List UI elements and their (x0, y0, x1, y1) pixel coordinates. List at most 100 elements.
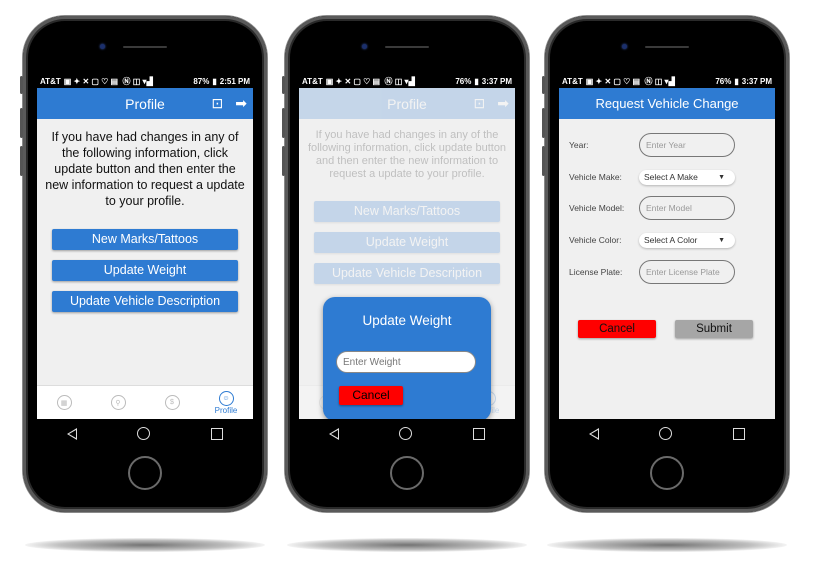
carrier-label: AT&T (302, 76, 323, 86)
battery-label: 76% (715, 76, 732, 86)
side-button (282, 108, 285, 138)
year-input[interactable]: Enter Year (639, 133, 735, 157)
page-title: Profile (125, 95, 165, 112)
profile-icon: ☺ (218, 390, 234, 406)
nav-item-profile[interactable]: ☺ Profile (206, 390, 246, 415)
dialog-cancel-button[interactable]: Cancel (339, 386, 403, 405)
feedback-icon: ⊡ (473, 95, 486, 111)
plate-row: License Plate: Enter License Plate (569, 260, 769, 284)
status-bar: AT&T ▣ ✦ ✕ ▢ ♡ ▤ Ⓝ ◫ ▾▟ 76% ▮ 3:37 PM (299, 74, 515, 88)
location-pin-icon: ⚲ (110, 395, 126, 410)
notification-icons: ▣ ✦ ✕ ▢ ♡ ▤ Ⓝ ◫ ▾▟ (325, 76, 415, 86)
system-nav-bar (37, 419, 253, 448)
logout-icon: ➡ (497, 95, 509, 111)
side-button (282, 146, 285, 176)
battery-icon: ▮ (734, 76, 739, 86)
phone-2: AT&T ▣ ✦ ✕ ▢ ♡ ▤ Ⓝ ◫ ▾▟ 76% ▮ 3:37 PM Pr… (282, 16, 529, 512)
side-button (282, 76, 285, 94)
update-weight-dialog: Update Weight Enter Weight Cancel (323, 297, 491, 421)
home-icon[interactable] (137, 427, 151, 440)
page-title: Request Vehicle Change (595, 96, 739, 111)
dropdown-caret-icon: ▼ (718, 173, 725, 181)
new-marks-tattoos-button: New Marks/Tattoos (314, 201, 500, 222)
recents-icon[interactable] (210, 427, 223, 440)
app-bar: Profile ⊡ ➡ (299, 88, 515, 119)
notification-icons: ▣ ✦ ✕ ▢ ♡ ▤ Ⓝ ◫ ▾▟ (585, 76, 675, 86)
status-bar: AT&T ▣ ✦ ✕ ▢ ♡ ▤ Ⓝ ◫ ▾▟ 87% ▮ 2:51 PM (37, 74, 253, 88)
update-weight-button[interactable]: Update Weight (52, 260, 238, 281)
update-vehicle-description-button: Update Vehicle Description (314, 263, 500, 284)
make-select[interactable]: Select A Make ▼ (639, 169, 735, 185)
battery-icon: ▮ (474, 76, 479, 86)
update-weight-button: Update Weight (314, 232, 500, 253)
make-label: Vehicle Make: (569, 172, 622, 182)
home-icon[interactable] (399, 427, 413, 440)
calendar-icon: ▦ (56, 395, 72, 410)
make-row: Vehicle Make: Select A Make ▼ (569, 165, 769, 189)
speaker-grille (645, 46, 689, 48)
system-nav-bar (299, 419, 515, 448)
side-button (20, 76, 23, 94)
carrier-label: AT&T (562, 76, 583, 86)
time-label: 3:37 PM (741, 76, 772, 86)
update-vehicle-description-button[interactable]: Update Vehicle Description (52, 291, 238, 312)
model-label: Vehicle Model: (569, 203, 625, 213)
page-title: Profile (387, 95, 427, 112)
battery-label: 76% (455, 76, 472, 86)
home-button[interactable] (390, 456, 424, 490)
time-label: 2:51 PM (219, 76, 250, 86)
speaker-grille (123, 46, 167, 48)
side-button (20, 108, 23, 138)
back-icon[interactable] (329, 427, 340, 440)
color-select[interactable]: Select A Color ▼ (639, 232, 735, 248)
carrier-label: AT&T (40, 76, 61, 86)
phone-1: AT&T ▣ ✦ ✕ ▢ ♡ ▤ Ⓝ ◫ ▾▟ 87% ▮ 2:51 PM Pr… (20, 16, 267, 512)
system-nav-bar (559, 419, 775, 448)
phone-3: AT&T ▣ ✦ ✕ ▢ ♡ ▤ Ⓝ ◫ ▾▟ 76% ▮ 3:37 PM Re… (542, 16, 789, 512)
recents-icon[interactable] (732, 427, 745, 440)
color-label: Vehicle Color: (569, 235, 622, 245)
battery-icon: ▮ (212, 76, 217, 86)
camera-icon (362, 44, 367, 49)
weight-input[interactable]: Enter Weight (336, 351, 476, 373)
home-icon[interactable] (659, 427, 673, 440)
home-button[interactable] (128, 456, 162, 490)
side-button (542, 108, 545, 138)
screen: AT&T ▣ ✦ ✕ ▢ ♡ ▤ Ⓝ ◫ ▾▟ 87% ▮ 2:51 PM Pr… (37, 74, 253, 448)
side-button (20, 146, 23, 176)
feedback-icon[interactable]: ⊡ (212, 95, 224, 112)
back-icon[interactable] (67, 427, 78, 440)
new-marks-tattoos-button[interactable]: New Marks/Tattoos (52, 229, 238, 250)
status-bar: AT&T ▣ ✦ ✕ ▢ ♡ ▤ Ⓝ ◫ ▾▟ 76% ▮ 3:37 PM (559, 74, 775, 88)
nav-item-calendar[interactable]: ▦ (44, 395, 84, 410)
side-button (542, 146, 545, 176)
submit-button[interactable]: Submit (675, 320, 753, 338)
camera-icon (100, 44, 105, 49)
dialog-title: Update Weight (362, 313, 452, 328)
logout-icon[interactable]: ➡ (235, 95, 247, 112)
screen: AT&T ▣ ✦ ✕ ▢ ♡ ▤ Ⓝ ◫ ▾▟ 76% ▮ 3:37 PM Re… (559, 74, 775, 448)
cancel-button[interactable]: Cancel (578, 320, 656, 338)
battery-label: 87% (193, 76, 210, 86)
screen: AT&T ▣ ✦ ✕ ▢ ♡ ▤ Ⓝ ◫ ▾▟ 76% ▮ 3:37 PM Pr… (299, 74, 515, 448)
year-label: Year: (569, 140, 589, 150)
recents-icon[interactable] (472, 427, 485, 440)
color-row: Vehicle Color: Select A Color ▼ (569, 228, 769, 252)
nav-item-location[interactable]: ⚲ (98, 395, 138, 410)
year-row: Year: Enter Year (569, 133, 769, 157)
home-button[interactable] (650, 456, 684, 490)
phone-shadow (287, 538, 527, 552)
model-input[interactable]: Enter Model (639, 196, 735, 220)
time-label: 3:37 PM (481, 76, 512, 86)
phone-shadow (547, 538, 787, 552)
nav-item-badge[interactable]: $ (152, 395, 192, 410)
plate-input[interactable]: Enter License Plate (639, 260, 735, 284)
model-row: Vehicle Model: Enter Model (569, 196, 769, 220)
plate-label: License Plate: (569, 267, 623, 277)
app-bar: Request Vehicle Change (559, 88, 775, 119)
back-icon[interactable] (589, 427, 600, 440)
phone-shadow (25, 538, 265, 552)
badge-icon: $ (164, 395, 180, 410)
speaker-grille (385, 46, 429, 48)
side-button (542, 76, 545, 94)
